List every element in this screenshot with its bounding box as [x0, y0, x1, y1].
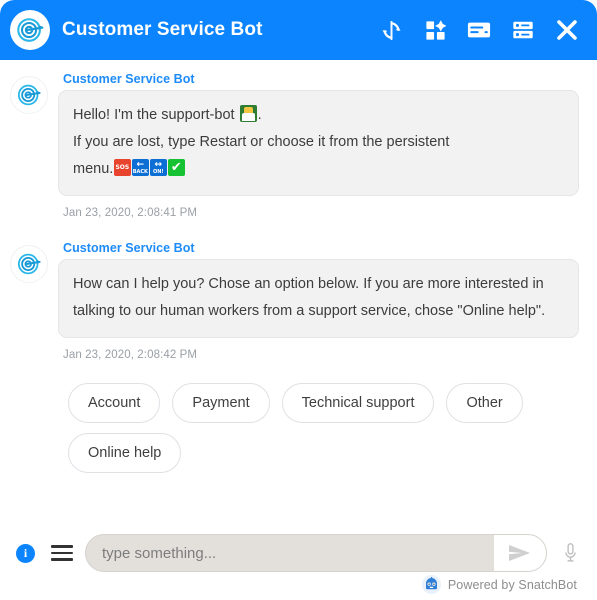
person-emoji [239, 105, 257, 122]
quick-reply-account[interactable]: Account [68, 383, 161, 423]
quick-reply-online-help[interactable]: Online help [68, 433, 182, 473]
chat-header: Customer Service Bot [0, 0, 597, 60]
message-list: Customer Service Bot Hello! I'm the supp… [0, 60, 597, 529]
message-text-suffix: . [257, 107, 262, 123]
message-row: Customer Service Bot Hello! I'm the supp… [10, 72, 579, 219]
message-line-3: menu. SOS ← BACK ↔ ON! ✔ [73, 156, 564, 183]
message-content: Customer Service Bot How can I help you?… [58, 241, 579, 361]
sender-name: Customer Service Bot [63, 241, 195, 255]
hamburger-menu-icon[interactable] [51, 545, 73, 561]
send-arrow-icon [509, 545, 530, 561]
message-timestamp: Jan 23, 2020, 2:08:41 PM [63, 207, 198, 219]
close-icon[interactable] [555, 18, 579, 42]
restart-icon[interactable] [379, 18, 403, 42]
message-content: Customer Service Bot Hello! I'm the supp… [58, 72, 579, 219]
message-line-1: Hello! I'm the support-bot . [73, 102, 564, 129]
card-icon[interactable] [467, 18, 491, 42]
avatar [10, 76, 48, 114]
message-row: Customer Service Bot How can I help you?… [10, 241, 579, 361]
target-icon [17, 18, 44, 42]
powered-by: Powered by SnatchBot [10, 575, 587, 594]
message-text: menu. [73, 161, 114, 177]
check-mark-emoji: ✔ [167, 159, 185, 176]
snatchbot-logo-icon [421, 575, 441, 594]
page-title: Customer Service Bot [62, 19, 263, 40]
sender-name: Customer Service Bot [63, 72, 195, 86]
on-emoji: ↔ ON! [149, 159, 167, 176]
info-icon[interactable]: i [16, 543, 35, 563]
list-icon[interactable] [511, 18, 535, 42]
message-bubble: How can I help you? Chose an option belo… [58, 259, 579, 338]
target-icon [17, 253, 41, 275]
quick-reply-list: Account Payment Technical support Other … [68, 383, 538, 473]
chat-widget: Customer Service Bot Customer Service Bo… [0, 0, 597, 600]
message-line-2: If you are lost, type Restart or choose … [73, 134, 450, 150]
microphone-button[interactable] [555, 542, 585, 564]
apps-icon[interactable] [423, 18, 447, 42]
quick-reply-other[interactable]: Other [446, 383, 523, 423]
message-timestamp: Jan 23, 2020, 2:08:42 PM [63, 349, 198, 361]
target-icon [17, 84, 41, 106]
header-actions [379, 18, 579, 42]
avatar [10, 245, 48, 283]
send-button[interactable] [494, 535, 546, 571]
powered-by-text: Powered by SnatchBot [447, 577, 577, 592]
message-input[interactable] [86, 535, 494, 571]
chat-footer: i type something... Powered by SnatchBot [0, 529, 597, 600]
quick-reply-technical-support[interactable]: Technical support [281, 383, 435, 423]
sos-emoji: SOS [113, 159, 131, 176]
composer: i [10, 529, 587, 577]
back-emoji: ← BACK [131, 159, 149, 176]
message-bubble: Hello! I'm the support-bot . If you are … [58, 90, 579, 196]
quick-reply-payment[interactable]: Payment [172, 383, 270, 423]
message-text: Hello! I'm the support-bot [73, 107, 239, 123]
message-input-wrap [85, 534, 547, 572]
avatar [10, 10, 50, 50]
microphone-icon [564, 543, 576, 562]
